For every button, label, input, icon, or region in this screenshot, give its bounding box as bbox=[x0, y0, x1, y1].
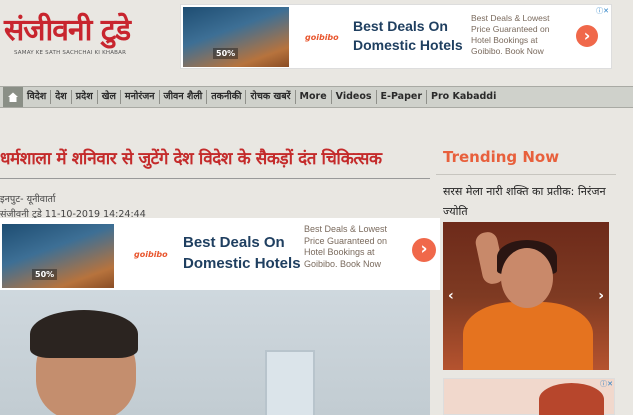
ad-desc-line: Hotel Bookings at bbox=[471, 35, 538, 45]
sidebar-ad[interactable]: ⓘ✕ bbox=[443, 378, 615, 415]
article-headline: धर्मशाला में शनिवार से जुटेंगे देश विदेश… bbox=[0, 149, 382, 169]
ad-arrow-button[interactable]: › bbox=[412, 238, 436, 262]
nav-item-pradesh[interactable]: प्रदेश bbox=[72, 90, 98, 104]
ad-desc-line: Best Deals & Lowest bbox=[304, 224, 388, 234]
ad-title: Best Deals On Domestic Hotels bbox=[183, 232, 301, 274]
site-logo[interactable]: संजीवनी टुडे SAMAY KE SATH SACHCHAI KI K… bbox=[4, 12, 172, 76]
article-photo bbox=[0, 290, 430, 415]
nav-item-manoranjan[interactable]: मनोरंजन bbox=[121, 90, 160, 104]
person-hair bbox=[30, 310, 138, 358]
ad-title-line1: Best Deals On bbox=[183, 234, 285, 251]
ad-discount-badge: 50% bbox=[32, 269, 58, 280]
goibibo-logo: goibibo bbox=[134, 250, 168, 259]
nav-item-takniki[interactable]: तकनीकी bbox=[207, 90, 247, 104]
top-ad-banner[interactable]: 50% goibibo Best Deals On Domestic Hotel… bbox=[180, 4, 612, 69]
ad-arrow-button[interactable]: › bbox=[576, 25, 598, 47]
photo-body bbox=[463, 302, 593, 370]
article-source: इनपुट- यूनीवार्ता bbox=[0, 194, 56, 205]
inline-ad-banner[interactable]: 50% goibibo Best Deals On Domestic Hotel… bbox=[0, 218, 440, 290]
logo-text: संजीवनी टुडे bbox=[4, 13, 131, 48]
main-nav: विदेश देश प्रदेश खेल मनोरंजन जीवन शैली त… bbox=[0, 86, 633, 108]
nav-item-desh[interactable]: देश bbox=[51, 90, 72, 104]
photo-face bbox=[501, 248, 553, 308]
ad-desc-line: Goibibo. Book Now bbox=[471, 46, 544, 56]
ad-title-line2: Domestic Hotels bbox=[353, 37, 463, 53]
slider-next-icon[interactable]: › bbox=[598, 288, 604, 304]
ad-desc-line: Price Guaranteed on bbox=[304, 235, 388, 246]
nav-item-rochak-khabre[interactable]: रोचक खबरें bbox=[246, 90, 296, 104]
ad-description: Best Deals & Lowest Price Guaranteed on … bbox=[304, 224, 387, 270]
ad-hotel-image: 50% bbox=[183, 7, 289, 67]
ad-title-line2: Domestic Hotels bbox=[183, 255, 301, 272]
nav-item-khel[interactable]: खेल bbox=[98, 90, 121, 104]
trending-heading: Trending Now bbox=[443, 148, 560, 166]
ad-desc-line: Best Deals & Lowest bbox=[471, 13, 550, 23]
ad-close-icon[interactable]: ⓘ✕ bbox=[596, 6, 609, 16]
nav-item-videos[interactable]: Videos bbox=[332, 90, 377, 104]
nav-item-more[interactable]: More bbox=[296, 90, 332, 104]
ad-desc-line: Price Guaranteed on bbox=[471, 24, 550, 34]
sidebar-ad-image bbox=[539, 383, 604, 415]
ad-title-line1: Best Deals On bbox=[353, 18, 448, 34]
home-icon[interactable] bbox=[3, 87, 23, 107]
trending-slider-image[interactable]: ‹ › bbox=[443, 222, 609, 370]
nav-item-videsh[interactable]: विदेश bbox=[23, 90, 52, 104]
ad-desc-line: Hotel Bookings at bbox=[304, 247, 375, 257]
trending-item-title[interactable]: सरस मेला नारी शक्ति का प्रतीक: निरंजन ज्… bbox=[443, 182, 615, 222]
trending-divider bbox=[436, 174, 616, 175]
nav-item-epaper[interactable]: E-Paper bbox=[377, 90, 428, 104]
nav-item-jeevan-shaili[interactable]: जीवन शैली bbox=[160, 90, 208, 104]
nav-item-pro-kabaddi[interactable]: Pro Kabaddi bbox=[427, 90, 500, 104]
logo-tagline: SAMAY KE SATH SACHCHAI KI KHABAR bbox=[14, 50, 127, 56]
ad-title: Best Deals On Domestic Hotels bbox=[353, 17, 463, 55]
headline-divider bbox=[0, 178, 430, 179]
ad-close-icon[interactable]: ⓘ✕ bbox=[600, 379, 613, 389]
slider-prev-icon[interactable]: ‹ bbox=[448, 288, 454, 304]
ad-hotel-image: 50% bbox=[2, 224, 114, 288]
background-frame bbox=[265, 350, 315, 415]
ad-discount-badge: 50% bbox=[213, 48, 239, 59]
ad-description: Best Deals & Lowest Price Guaranteed on … bbox=[471, 13, 549, 57]
goibibo-logo: goibibo bbox=[305, 33, 339, 42]
ad-desc-line: Goibibo. Book Now bbox=[304, 258, 382, 269]
